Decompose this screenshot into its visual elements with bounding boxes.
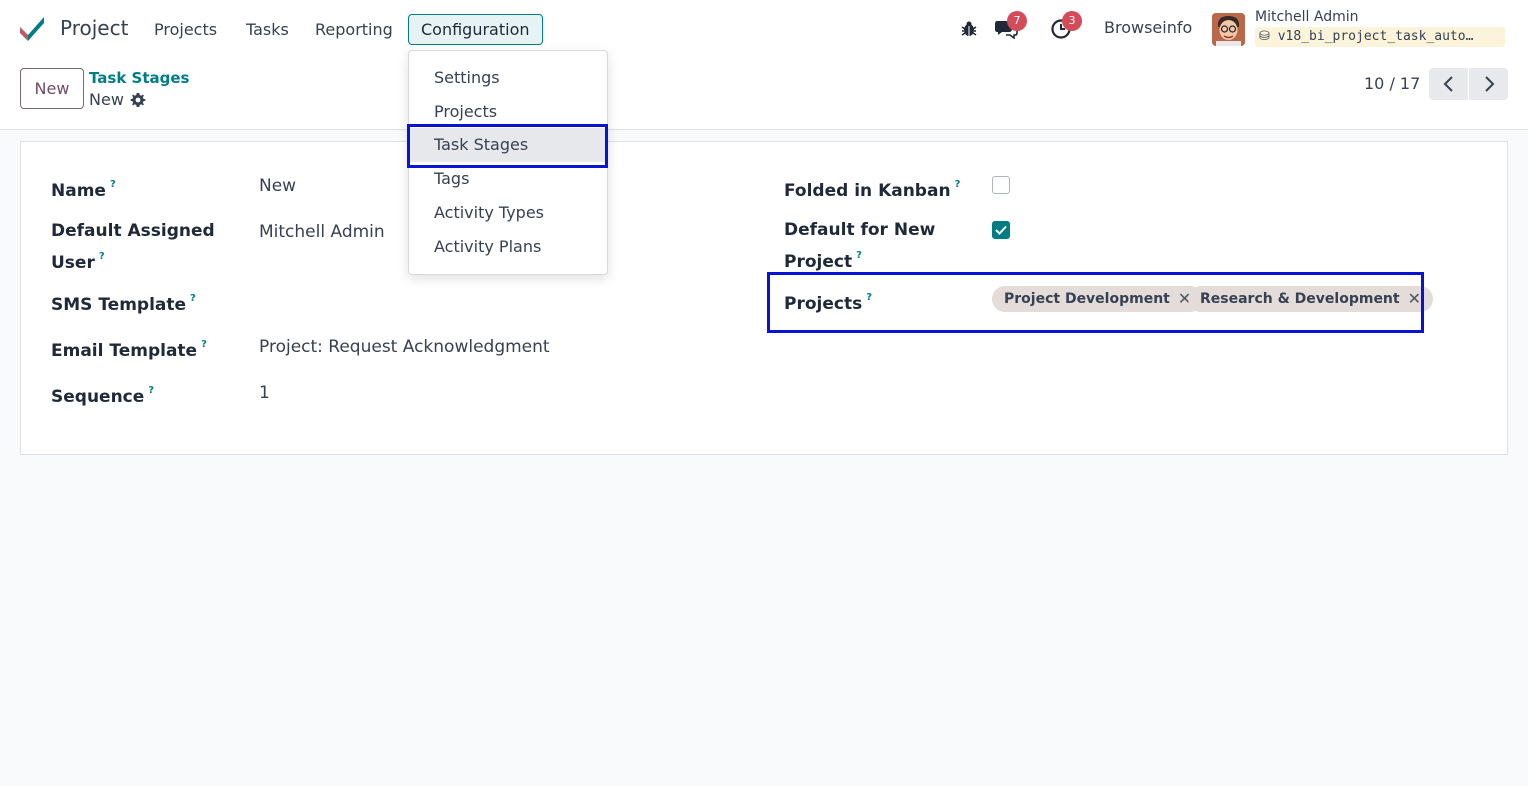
help-marker[interactable]: ? [110, 179, 116, 190]
help-marker[interactable]: ? [856, 250, 862, 261]
clock-icon[interactable]: 3 [1049, 11, 1082, 41]
breadcrumb-task-stages[interactable]: Task Stages [89, 69, 189, 87]
help-marker[interactable]: ? [99, 251, 105, 262]
default-user-label-line1: Default Assigned [51, 221, 215, 241]
menu-configuration[interactable]: Configuration [408, 14, 543, 45]
dropdown-item-tags[interactable]: Tags [409, 162, 607, 196]
messages-badge: 7 [1007, 11, 1027, 31]
default-user-field[interactable]: Mitchell Admin [259, 219, 385, 245]
chat-icon[interactable]: 7 [994, 11, 1027, 41]
dropdown-item-projects[interactable]: Projects [409, 95, 607, 129]
help-marker[interactable]: ? [955, 179, 961, 190]
breadcrumb-current-label: New [89, 90, 124, 109]
database-name: v18_bi_project_task_auto… [1277, 29, 1474, 44]
folded-label: Folded in Kanban? [784, 172, 960, 204]
database-badge: ⛁ v18_bi_project_task_auto… [1255, 27, 1505, 47]
default-new-label-line2: Project [784, 252, 853, 272]
menu-reporting[interactable]: Reporting [302, 14, 406, 45]
name-field[interactable]: New [259, 173, 296, 199]
folded-checkbox[interactable] [992, 176, 1010, 194]
menu-projects[interactable]: Projects [141, 14, 230, 45]
chevron-left-icon [1443, 76, 1453, 92]
default-user-label-line2: User [51, 253, 95, 273]
sequence-label-text: Sequence [51, 387, 145, 407]
configuration-dropdown: Settings Projects Task Stages Tags Activ… [408, 50, 608, 275]
project-tag-label: Research & Development [1200, 291, 1400, 307]
checkmark-icon [995, 225, 1007, 235]
new-button[interactable]: New [20, 68, 84, 109]
debug-icon[interactable] [957, 17, 981, 41]
default-user-label: Default Assigned User? [51, 218, 215, 276]
project-app-icon [20, 17, 44, 41]
name-label-text: Name [51, 181, 106, 201]
gear-icon[interactable] [130, 92, 146, 108]
app-title: Project [60, 16, 129, 40]
breadcrumb-current: New [89, 90, 146, 109]
name-label: Name? [51, 172, 116, 204]
sms-template-label: SMS Template? [51, 286, 196, 318]
help-marker[interactable]: ? [201, 339, 207, 350]
pager-value[interactable]: 10 / 17 [1364, 74, 1420, 93]
project-tag[interactable]: Research & Development ✕ [1188, 286, 1434, 312]
default-new-checkbox[interactable] [992, 221, 1010, 239]
project-tag[interactable]: Project Development ✕ [992, 286, 1204, 312]
menu-tasks[interactable]: Tasks [233, 14, 302, 45]
project-tag-label: Project Development [1004, 291, 1170, 307]
sms-template-label-text: SMS Template [51, 295, 187, 315]
dropdown-item-activity-types[interactable]: Activity Types [409, 196, 607, 230]
chevron-right-icon [1484, 76, 1494, 92]
dropdown-item-activity-plans[interactable]: Activity Plans [409, 230, 607, 264]
company-switcher[interactable]: Browseinfo [1104, 18, 1192, 37]
sms-template-field[interactable] [259, 287, 559, 313]
user-avatar[interactable] [1212, 13, 1245, 46]
control-panel: New Task Stages New 10 / 17 [0, 58, 1528, 130]
remove-tag-icon[interactable]: ✕ [1408, 286, 1421, 312]
default-new-label-line1: Default for New [784, 220, 936, 240]
dropdown-item-task-stages[interactable]: Task Stages [409, 128, 607, 162]
dropdown-item-settings[interactable]: Settings [409, 61, 607, 95]
email-template-label: Email Template? [51, 332, 207, 364]
help-marker[interactable]: ? [866, 292, 872, 303]
help-marker[interactable]: ? [148, 385, 154, 396]
sequence-label: Sequence? [51, 378, 154, 410]
default-new-label: Default for New Project? [784, 217, 935, 275]
folded-label-text: Folded in Kanban [784, 181, 951, 201]
projects-label-text: Projects [784, 294, 863, 314]
pager-next-button[interactable] [1469, 68, 1508, 100]
main-navbar: Project Projects Tasks Reporting Configu… [0, 0, 1528, 58]
help-marker[interactable]: ? [190, 293, 196, 304]
app-brand[interactable]: Project [18, 13, 128, 43]
sequence-field[interactable]: 1 [259, 380, 270, 406]
pager-previous-button[interactable] [1429, 68, 1468, 100]
projects-label: Projects? [784, 285, 872, 317]
activities-badge: 3 [1062, 11, 1082, 31]
user-name[interactable]: Mitchell Admin [1255, 9, 1359, 25]
email-template-label-text: Email Template [51, 341, 198, 361]
email-template-field[interactable]: Project: Request Acknowledgment [259, 334, 550, 360]
database-icon: ⛁ [1259, 29, 1270, 44]
